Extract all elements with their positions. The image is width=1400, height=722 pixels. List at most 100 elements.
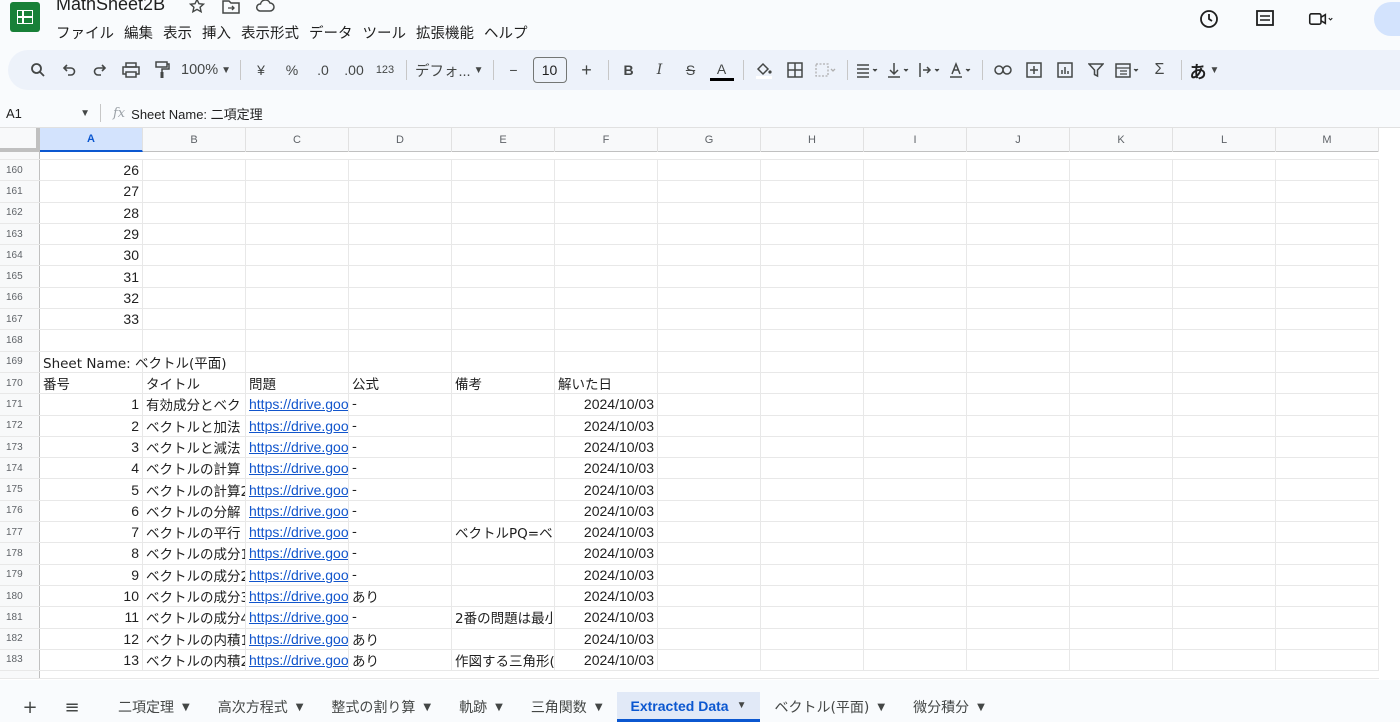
cell-e[interactable] xyxy=(452,628,555,649)
row-header[interactable]: 182 xyxy=(0,628,40,649)
merge-cells-icon[interactable] xyxy=(814,56,838,84)
select-all-corner[interactable] xyxy=(0,128,40,152)
cell-m[interactable] xyxy=(1276,649,1379,671)
cell-f[interactable] xyxy=(555,223,658,245)
cell-h[interactable] xyxy=(761,372,864,394)
menu-insert[interactable]: 挿入 xyxy=(202,20,231,45)
cell-m[interactable] xyxy=(1276,436,1379,458)
cell-b[interactable] xyxy=(143,223,246,245)
decrease-decimal-button[interactable]: .0 xyxy=(311,56,335,84)
cell-m[interactable] xyxy=(1276,458,1379,479)
cell-d[interactable]: - xyxy=(349,564,452,585)
cell-d[interactable]: 公式 xyxy=(349,372,452,394)
cell-f[interactable] xyxy=(555,266,658,287)
cell-c[interactable]: https://drive.goo xyxy=(246,649,349,671)
cell-g[interactable] xyxy=(658,436,761,458)
spreadsheet-grid[interactable]: A B C D E F G H I J K L M 160 26 161 27 162 2… xyxy=(0,127,1400,680)
cell-i[interactable] xyxy=(864,564,967,585)
cell-a[interactable]: 28 xyxy=(40,202,143,223)
cell-g[interactable] xyxy=(658,522,761,543)
cell-m[interactable] xyxy=(1276,245,1379,266)
cell-f[interactable]: 2024/10/03 xyxy=(555,649,658,671)
font-select[interactable]: デフォ... ▼ xyxy=(415,56,484,84)
cell-l[interactable] xyxy=(1173,266,1276,287)
increase-decimal-button[interactable]: .00 xyxy=(342,56,366,84)
cell-b[interactable] xyxy=(143,287,246,309)
cell-d[interactable] xyxy=(349,181,452,202)
row-header[interactable]: 171 xyxy=(0,394,40,415)
cell-j[interactable] xyxy=(967,564,1070,585)
cell-k[interactable] xyxy=(1070,522,1173,543)
cell-f[interactable]: 2024/10/03 xyxy=(555,585,658,607)
chevron-down-icon[interactable]: ▼ xyxy=(595,702,603,713)
row-header[interactable]: 163 xyxy=(0,223,40,245)
sheet-tab[interactable]: ベクトル(平面) ▼ xyxy=(760,692,899,722)
cell-l[interactable] xyxy=(1173,543,1276,564)
cell-i[interactable] xyxy=(864,266,967,287)
cell-k[interactable] xyxy=(1070,628,1173,649)
cell-a[interactable]: 3 xyxy=(40,436,143,458)
cell-l[interactable] xyxy=(1173,394,1276,415)
row-header[interactable]: 174 xyxy=(0,458,40,479)
cell-l[interactable] xyxy=(1173,628,1276,649)
cell-h[interactable] xyxy=(761,564,864,585)
cell-d[interactable]: - xyxy=(349,479,452,500)
filter-views-icon[interactable] xyxy=(1114,56,1141,84)
cell-d[interactable] xyxy=(349,287,452,309)
cell-i[interactable] xyxy=(864,500,967,522)
cell-b[interactable]: ベクトルの計算 xyxy=(143,458,246,479)
sheet-tab[interactable]: 二項定理 ▼ xyxy=(104,692,204,722)
cell-e[interactable] xyxy=(452,160,555,181)
column-header-j[interactable]: J xyxy=(967,128,1070,152)
cell-e[interactable] xyxy=(452,309,555,330)
cell-b[interactable] xyxy=(143,160,246,181)
cell-i[interactable] xyxy=(864,415,967,436)
cell-g[interactable] xyxy=(658,202,761,223)
cell-j[interactable] xyxy=(967,585,1070,607)
cell-c[interactable]: https://drive.goo xyxy=(246,543,349,564)
text-color-button[interactable]: A xyxy=(709,59,734,81)
cell-b[interactable]: ベクトルの成分4 xyxy=(143,607,246,628)
cell-k[interactable] xyxy=(1070,309,1173,330)
cell-j[interactable] xyxy=(967,245,1070,266)
italic-button[interactable]: I xyxy=(648,56,672,84)
vertical-align-icon[interactable] xyxy=(887,56,911,84)
cell-a[interactable]: 11 xyxy=(40,607,143,628)
cell-h[interactable] xyxy=(761,266,864,287)
cell-j[interactable] xyxy=(967,372,1070,394)
cell-j[interactable] xyxy=(967,394,1070,415)
cell-j[interactable] xyxy=(967,415,1070,436)
column-header-c[interactable]: C xyxy=(246,128,349,152)
cell-l[interactable] xyxy=(1173,585,1276,607)
cell-k[interactable] xyxy=(1070,202,1173,223)
cell-l[interactable] xyxy=(1173,245,1276,266)
cell-m[interactable] xyxy=(1276,223,1379,245)
cell-e[interactable] xyxy=(452,415,555,436)
cell-k[interactable] xyxy=(1070,223,1173,245)
cell-i[interactable] xyxy=(864,649,967,671)
row-header[interactable]: 173 xyxy=(0,436,40,458)
cell-d[interactable] xyxy=(349,245,452,266)
borders-icon[interactable] xyxy=(783,56,807,84)
cell-f[interactable] xyxy=(555,330,658,351)
cell-h[interactable] xyxy=(761,585,864,607)
cell-j[interactable] xyxy=(967,202,1070,223)
cell-i[interactable] xyxy=(864,351,967,372)
row-header[interactable]: 170 xyxy=(0,372,40,394)
cell-d[interactable] xyxy=(349,202,452,223)
cell-c[interactable]: https://drive.goo xyxy=(246,500,349,522)
cell-c[interactable]: https://drive.goo xyxy=(246,394,349,415)
cell-m[interactable] xyxy=(1276,607,1379,628)
cell-e[interactable]: 作図する三角形( xyxy=(452,649,555,671)
cell-a[interactable]: 5 xyxy=(40,479,143,500)
cell-j[interactable] xyxy=(967,223,1070,245)
chevron-down-icon[interactable]: ▼ xyxy=(182,702,190,713)
cell-b[interactable]: ベクトルの成分1 xyxy=(143,543,246,564)
cell-e[interactable]: 2番の問題は最小 xyxy=(452,607,555,628)
cell-k[interactable] xyxy=(1070,415,1173,436)
cell-c[interactable]: 問題 xyxy=(246,372,349,394)
filter-icon[interactable] xyxy=(1084,56,1108,84)
cell-d[interactable]: - xyxy=(349,436,452,458)
cell-i[interactable] xyxy=(864,607,967,628)
cell-g[interactable] xyxy=(658,351,761,372)
